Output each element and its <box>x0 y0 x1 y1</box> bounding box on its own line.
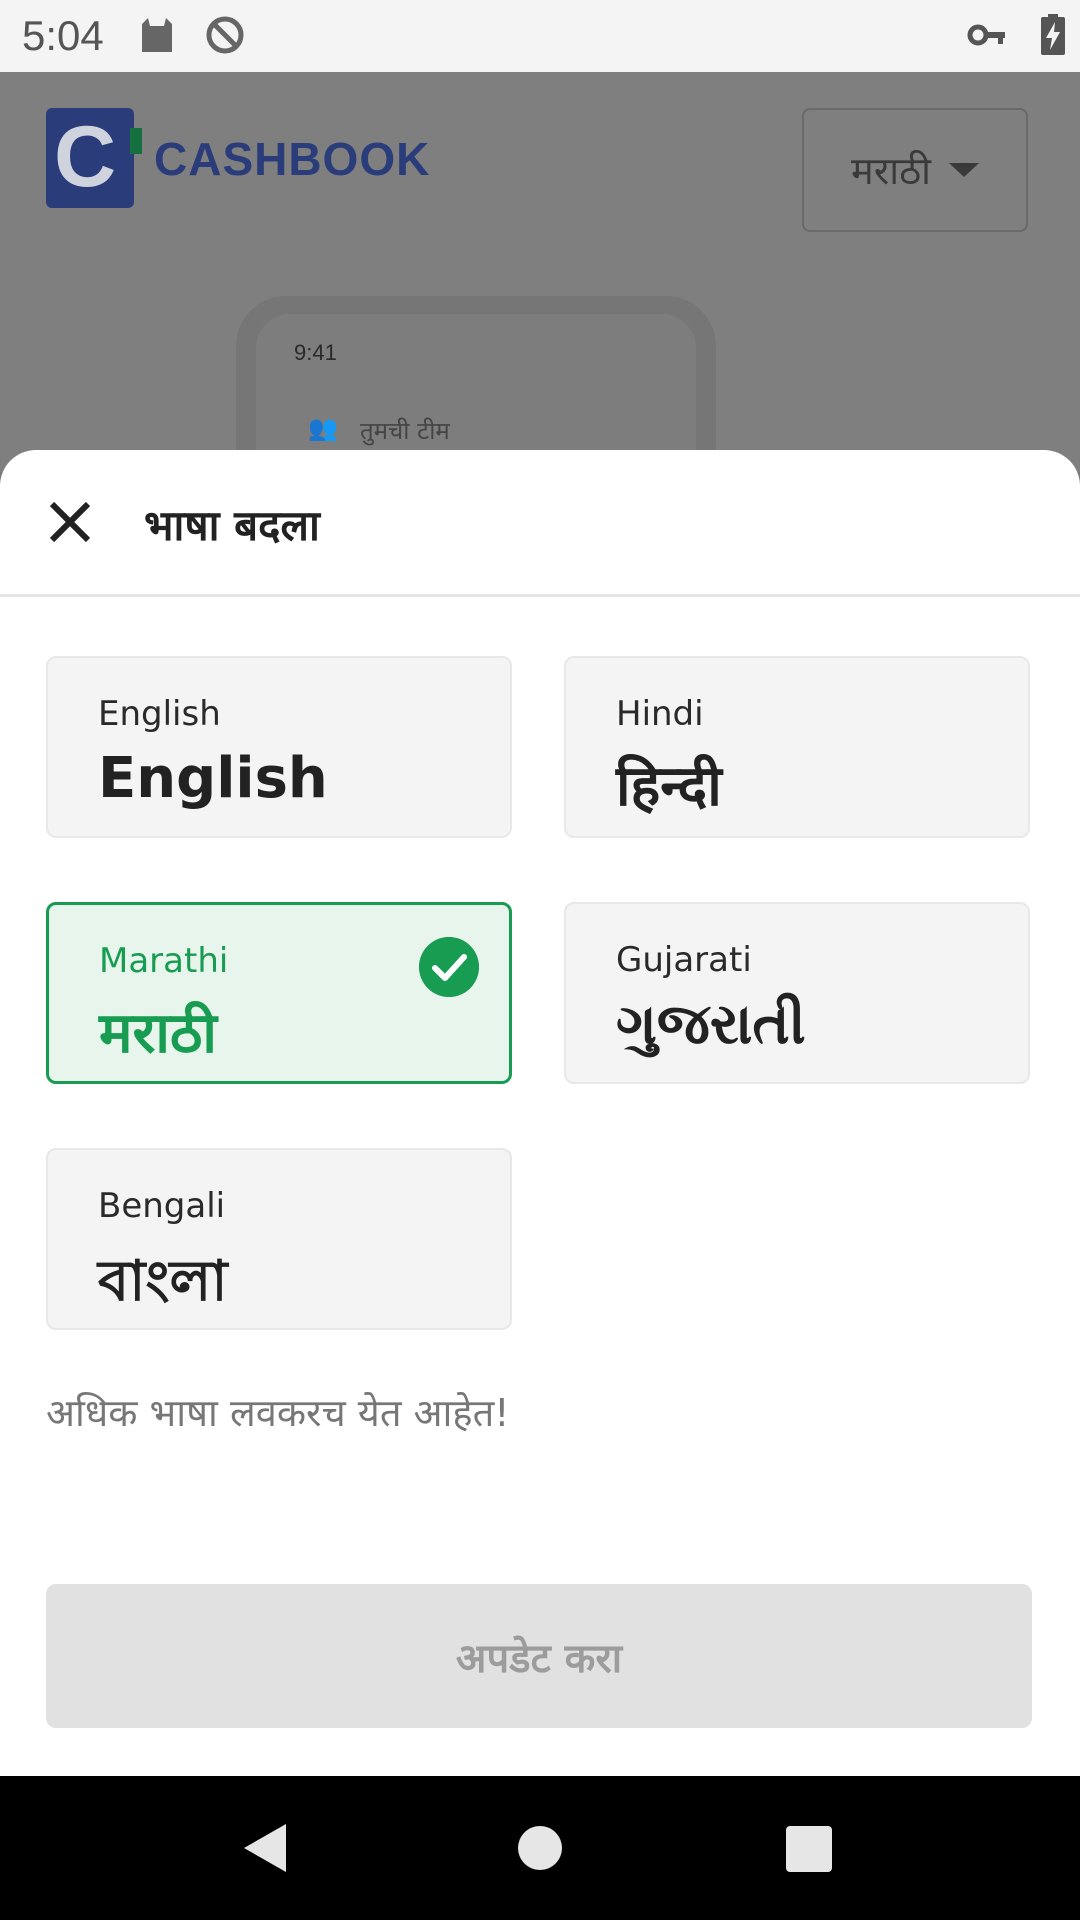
language-english-name: Gujarati <box>616 940 752 980</box>
language-native-name: हिन्दी <box>616 754 722 819</box>
home-icon[interactable] <box>518 1826 562 1870</box>
phone-team-label: तुमची टीम <box>360 417 450 445</box>
people-icon: 👥 <box>308 414 338 442</box>
language-english-name: English <box>98 694 221 734</box>
language-native-name: मराठी <box>99 1001 217 1066</box>
brand-name: CASHBOOK <box>154 133 431 185</box>
language-dropdown-label: मराठी <box>850 149 932 193</box>
vpn-key-icon <box>967 24 1005 46</box>
chevron-down-icon <box>949 163 980 177</box>
language-dropdown[interactable]: मराठी <box>802 108 1028 232</box>
language-option-english[interactable]: English English <box>46 656 512 838</box>
recent-apps-icon[interactable] <box>786 1826 832 1872</box>
sheet-header: भाषा बदला <box>0 450 1080 597</box>
battery-charging-icon <box>1041 14 1065 55</box>
check-circle-icon <box>419 937 479 997</box>
status-bar: 5:04 <box>0 0 1080 72</box>
language-option-marathi[interactable]: Marathi मराठी <box>46 902 512 1084</box>
sheet-title: भाषा बदला <box>144 501 320 550</box>
change-language-sheet: भाषा बदला English English Hindi हिन्दी M… <box>0 450 1080 1776</box>
sync-disabled-icon <box>206 16 244 54</box>
cashbook-logo: C <box>46 108 142 208</box>
phone-time: 9:41 <box>294 340 337 365</box>
language-english-name: Marathi <box>99 941 229 981</box>
back-icon[interactable] <box>244 1824 286 1872</box>
cat-icon <box>142 18 172 52</box>
language-native-name: English <box>98 746 328 811</box>
language-option-hindi[interactable]: Hindi हिन्दी <box>564 656 1030 838</box>
language-native-name: ગુજરાતી <box>616 992 806 1057</box>
language-option-bengali[interactable]: Bengali বাংলা <box>46 1148 512 1330</box>
language-english-name: Hindi <box>616 694 704 734</box>
close-icon[interactable] <box>38 490 102 554</box>
language-native-name: বাংলা <box>98 1249 228 1314</box>
update-button-label: अपडेट करा <box>455 1635 623 1682</box>
update-button[interactable]: अपडेट करा <box>46 1584 1032 1728</box>
language-option-gujarati[interactable]: Gujarati ગુજરાતી <box>564 902 1030 1084</box>
background-app: C CASHBOOK मराठी 9:41 👥 तुमची टीम <box>0 72 1080 574</box>
more-languages-note: अधिक भाषा लवकरच येत आहेत! <box>46 1391 510 1435</box>
navigation-bar <box>0 1776 1080 1920</box>
language-english-name: Bengali <box>98 1186 226 1226</box>
status-time: 5:04 <box>22 12 104 59</box>
